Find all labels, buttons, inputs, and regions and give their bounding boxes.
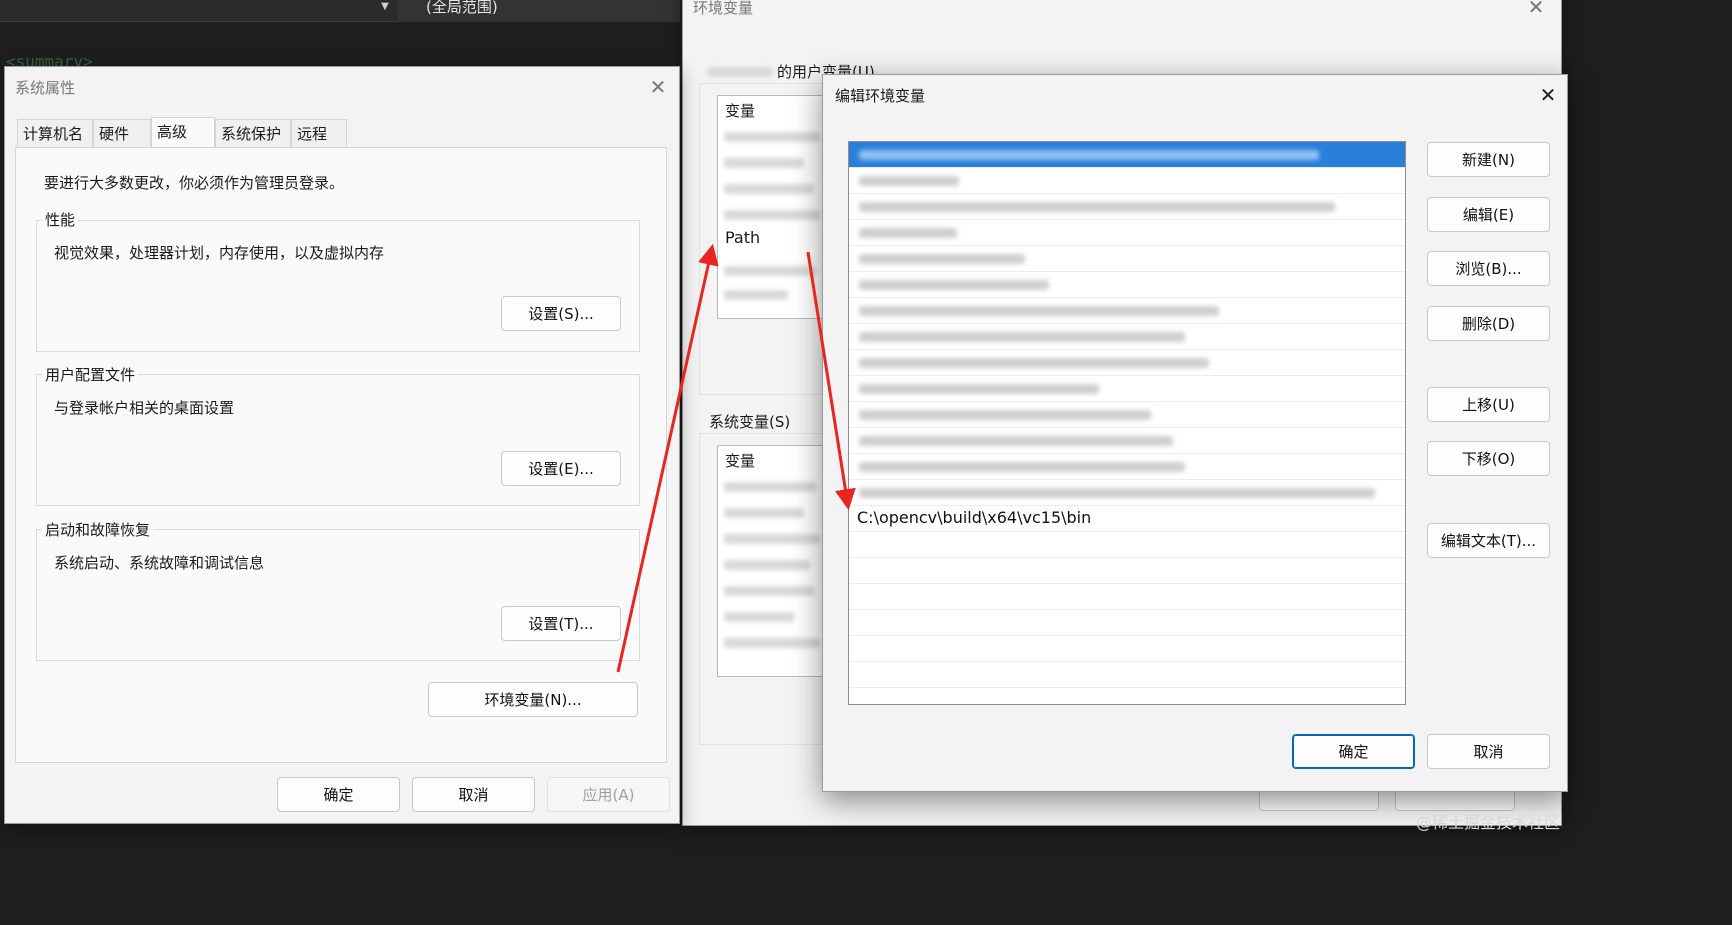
system-properties-title: 系统属性 [15, 79, 76, 97]
system-vars-col-header: 变量 [725, 452, 756, 470]
tab-computer-name[interactable]: 计算机名 [17, 119, 93, 147]
blurred-row [724, 132, 820, 142]
system-vars-label: 系统变量(S) [709, 413, 791, 431]
path-entries-list[interactable]: C:\opencv\build\x64\vc15\bin [848, 141, 1406, 705]
env-vars-title: 环境变量 [693, 0, 754, 17]
advanced-tab-panel: 要进行大多数更改，你必须作为管理员登录。 性能 视觉效果，处理器计划，内存使用，… [15, 147, 667, 763]
list-item[interactable] [849, 402, 1405, 428]
chevron-down-icon[interactable]: ▼ [378, 0, 392, 14]
blurred-row [724, 638, 820, 648]
list-item[interactable] [849, 376, 1405, 402]
blurred-row [724, 266, 816, 276]
list-item[interactable] [849, 636, 1405, 662]
user-profiles-description: 与登录帐户相关的桌面设置 [54, 399, 235, 417]
list-item[interactable] [849, 584, 1405, 610]
list-item[interactable] [849, 662, 1405, 688]
list-item[interactable] [849, 610, 1405, 636]
close-icon[interactable]: ✕ [1521, 0, 1551, 19]
startup-recovery-description: 系统启动、系统故障和调试信息 [54, 554, 265, 572]
startup-recovery-title: 启动和故障恢复 [42, 519, 154, 540]
scope-dropdown[interactable]: (全局范围) [398, 0, 680, 22]
tab-advanced[interactable]: 高级 [151, 117, 215, 147]
startup-recovery-settings-button[interactable]: 设置(T)... [501, 606, 621, 641]
new-path-entry[interactable]: C:\opencv\build\x64\vc15\bin [857, 508, 1091, 527]
list-item[interactable] [849, 324, 1405, 350]
edit-ok-button[interactable]: 确定 [1292, 734, 1415, 769]
list-item[interactable] [849, 558, 1405, 584]
blurred-row [724, 184, 814, 194]
list-item[interactable] [849, 428, 1405, 454]
list-item[interactable] [849, 532, 1405, 558]
performance-settings-button[interactable]: 设置(S)... [501, 296, 621, 331]
list-item[interactable] [849, 454, 1405, 480]
blurred-row [724, 290, 788, 300]
move-up-button[interactable]: 上移(U) [1427, 387, 1550, 422]
ok-button[interactable]: 确定 [277, 777, 400, 812]
apply-button[interactable]: 应用(A) [547, 777, 670, 812]
cancel-button[interactable]: 取消 [412, 777, 535, 812]
user-profiles-title: 用户配置文件 [42, 364, 139, 385]
list-item[interactable] [849, 350, 1405, 376]
blurred-row [724, 508, 804, 518]
new-button[interactable]: 新建(N) [1427, 142, 1550, 177]
system-vars-list[interactable]: 变量 [717, 445, 827, 677]
edit-text-button[interactable]: 编辑文本(T)... [1427, 523, 1550, 558]
edit-env-title: 编辑环境变量 [835, 87, 926, 105]
tab-strip: 计算机名 硬件 高级 系统保护 远程 [17, 117, 357, 147]
blurred-row [724, 612, 794, 622]
performance-title: 性能 [42, 209, 79, 230]
tab-remote[interactable]: 远程 [291, 119, 347, 147]
list-item[interactable] [849, 298, 1405, 324]
list-item[interactable] [849, 246, 1405, 272]
edit-cancel-button[interactable]: 取消 [1427, 734, 1550, 769]
path-variable[interactable]: Path [725, 228, 760, 247]
performance-group [36, 220, 640, 352]
system-properties-window: 系统属性 ✕ 计算机名 硬件 高级 系统保护 远程 要进行大多数更改，你必须作为… [4, 66, 680, 824]
close-icon[interactable]: ✕ [1533, 83, 1563, 107]
list-item[interactable] [849, 168, 1405, 194]
blurred-row [724, 158, 804, 168]
admin-notice: 要进行大多数更改，你必须作为管理员登录。 [44, 174, 345, 192]
user-profiles-group [36, 374, 640, 506]
watermark: @稀土掘金技术社区 [1415, 813, 1560, 832]
blurred-row [724, 534, 820, 544]
blurred-row [724, 210, 820, 220]
close-icon[interactable]: ✕ [643, 75, 673, 99]
user-vars-list[interactable]: 变量 Path [717, 95, 827, 319]
list-item[interactable] [849, 480, 1405, 506]
browse-button[interactable]: 浏览(B)... [1427, 251, 1550, 286]
list-item[interactable] [849, 272, 1405, 298]
edit-button[interactable]: 编辑(E) [1427, 197, 1550, 232]
startup-recovery-group [36, 529, 640, 661]
blurred-row [724, 586, 814, 596]
tab-hardware[interactable]: 硬件 [93, 119, 151, 147]
delete-button[interactable]: 删除(D) [1427, 306, 1550, 341]
username-blurred [707, 67, 773, 77]
list-item[interactable] [849, 220, 1405, 246]
user-vars-col-header: 变量 [725, 102, 756, 120]
blurred-row [724, 482, 816, 492]
list-item[interactable] [849, 194, 1405, 220]
blurred-row [724, 560, 810, 570]
move-down-button[interactable]: 下移(O) [1427, 441, 1550, 476]
list-item[interactable] [849, 142, 1405, 168]
list-item-new-entry[interactable]: C:\opencv\build\x64\vc15\bin [849, 506, 1405, 532]
tab-system-protection[interactable]: 系统保护 [215, 119, 291, 147]
environment-variables-button[interactable]: 环境变量(N)... [428, 682, 638, 717]
performance-description: 视觉效果，处理器计划，内存使用，以及虚拟内存 [54, 244, 385, 262]
user-profiles-settings-button[interactable]: 设置(E)... [501, 451, 621, 486]
